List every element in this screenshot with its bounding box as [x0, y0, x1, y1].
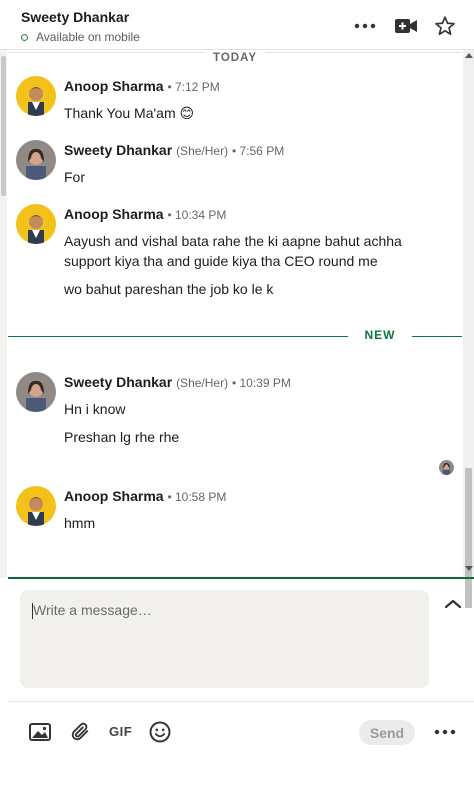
- toolbar-divider: [8, 701, 474, 702]
- paperclip-icon: [71, 722, 89, 741]
- video-icon: [395, 19, 417, 33]
- gif-button[interactable]: GIF: [109, 724, 132, 739]
- avatar-image: [16, 140, 56, 180]
- more-icon: [354, 23, 376, 29]
- presence-status: Available on mobile: [21, 30, 140, 44]
- expand-compose-button[interactable]: [443, 596, 463, 612]
- avatar-anoop[interactable]: [16, 204, 56, 244]
- message-placeholder: Write a message…: [33, 602, 152, 618]
- contact-name[interactable]: Sweety Dhankar: [21, 9, 129, 25]
- divider-label: TODAY: [8, 52, 462, 64]
- sender-name[interactable]: Anoop Sharma: [64, 78, 164, 94]
- message-text: wo bahut pareshan the job ko le k: [64, 281, 274, 297]
- avatar-anoop[interactable]: [16, 76, 56, 116]
- scroll-thumb[interactable]: [465, 468, 472, 608]
- read-receipt-icon: [439, 460, 454, 475]
- divider-line: [412, 336, 462, 337]
- avatar-image: [16, 76, 56, 116]
- more-icon: [434, 729, 456, 735]
- message-text: Hn i know: [64, 401, 126, 417]
- status-text: Available on mobile: [36, 30, 140, 44]
- message-meta: Sweety Dhankar (She/Her) • 7:56 PM: [64, 142, 284, 158]
- scroll-up-icon[interactable]: [465, 53, 473, 58]
- message-text: Preshan lg rhe rhe: [64, 429, 180, 445]
- send-button[interactable]: Send: [359, 720, 415, 745]
- sender-name[interactable]: Anoop Sharma: [64, 206, 164, 222]
- video-call-button[interactable]: [394, 14, 418, 38]
- star-button[interactable]: [433, 14, 457, 38]
- sender-name[interactable]: Sweety Dhankar: [64, 142, 172, 158]
- star-icon: [435, 16, 455, 36]
- new-label: NEW: [364, 328, 396, 342]
- sender-name[interactable]: Anoop Sharma: [64, 488, 164, 504]
- message-text: support kiya tha and guide kiya tha CEO …: [64, 253, 378, 269]
- messages-scrollbar[interactable]: [463, 50, 474, 608]
- message-text: Aayush and vishal bata rahe the ki aapne…: [64, 233, 402, 249]
- pronouns: (She/Her): [176, 376, 229, 390]
- message-input[interactable]: Write a message…: [20, 590, 429, 688]
- avatar-image: [16, 204, 56, 244]
- message-text: For: [64, 169, 85, 185]
- timestamp: • 10:34 PM: [167, 208, 227, 222]
- left-scroll-thumb: [1, 56, 6, 196]
- pronouns: (She/Her): [176, 144, 229, 158]
- date-divider: TODAY: [8, 52, 462, 68]
- chat-header: Sweety Dhankar Available on mobile: [0, 0, 474, 50]
- message-meta: Anoop Sharma • 10:34 PM: [64, 206, 226, 222]
- timestamp: • 10:39 PM: [231, 376, 291, 390]
- message-meta: Anoop Sharma • 7:12 PM: [64, 78, 220, 94]
- sender-name[interactable]: Sweety Dhankar: [64, 374, 172, 390]
- avatar-sweety[interactable]: [16, 372, 56, 412]
- attach-image-button[interactable]: [28, 720, 52, 744]
- new-messages-divider: NEW: [8, 328, 462, 352]
- message-meta: Sweety Dhankar (She/Her) • 10:39 PM: [64, 374, 291, 390]
- message-meta: Anoop Sharma • 10:58 PM: [64, 488, 226, 504]
- divider-line: [8, 336, 348, 337]
- avatar-sweety[interactable]: [16, 140, 56, 180]
- chevron-up-icon: [444, 599, 462, 609]
- left-scroll-strip: [0, 50, 7, 578]
- compose-border: [8, 577, 474, 579]
- scroll-down-icon[interactable]: [465, 566, 473, 571]
- timestamp: • 7:56 PM: [231, 144, 285, 158]
- today-label: TODAY: [205, 52, 265, 64]
- avatar-image: [16, 486, 56, 526]
- message-text: Thank You Ma'am 😊: [64, 105, 195, 121]
- presence-dot-icon: [21, 33, 28, 41]
- emoji-icon: [149, 721, 171, 743]
- read-receipt-avatar: [439, 460, 454, 475]
- timestamp: • 10:58 PM: [167, 490, 227, 504]
- avatar-anoop[interactable]: [16, 486, 56, 526]
- attach-file-button[interactable]: [68, 720, 92, 744]
- message-text: hmm: [64, 515, 96, 531]
- more-options-button[interactable]: [353, 14, 377, 38]
- timestamp: • 7:12 PM: [167, 80, 220, 94]
- avatar-image: [16, 372, 56, 412]
- emoji-button[interactable]: [148, 720, 172, 744]
- more-compose-options-button[interactable]: [433, 720, 457, 744]
- image-icon: [29, 723, 51, 741]
